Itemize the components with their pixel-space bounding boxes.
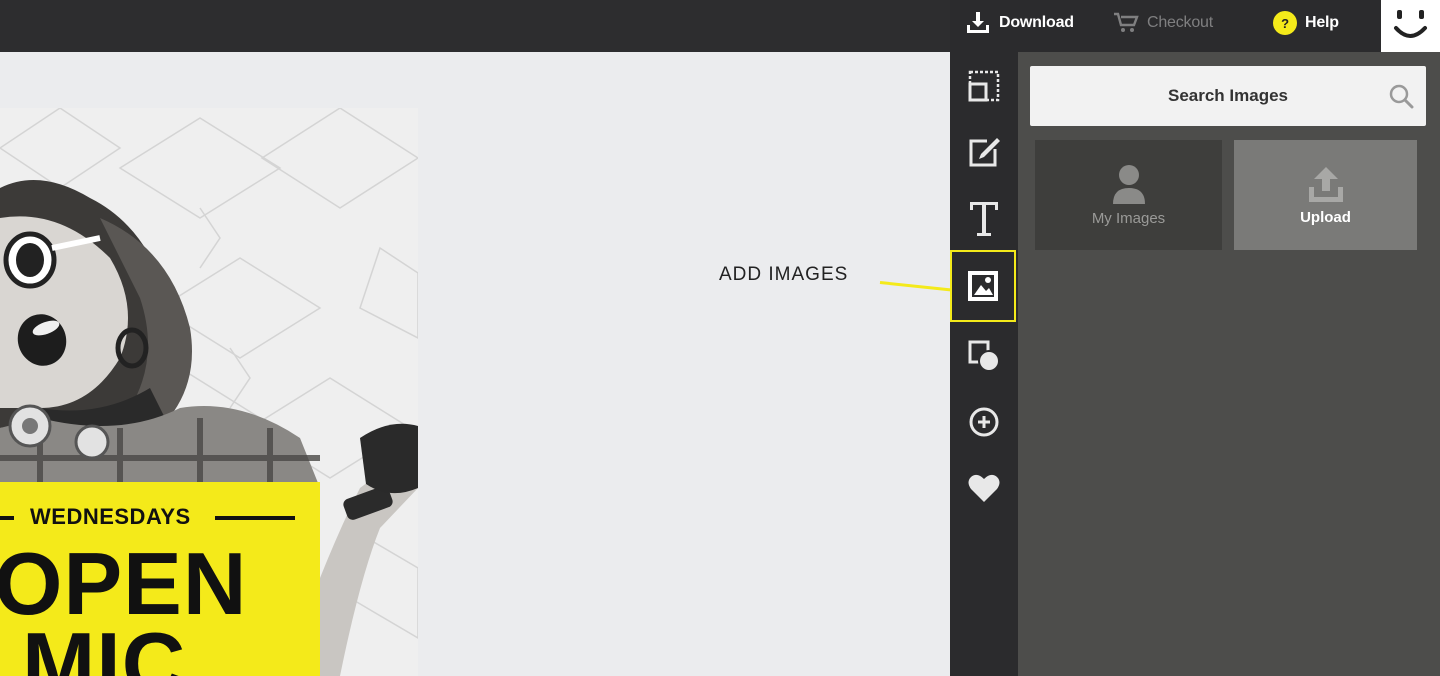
poster-headline-line2: MIC [22,614,187,676]
search-icon[interactable] [1388,83,1414,109]
tool-rail [950,52,1018,676]
upload-tile[interactable]: Upload [1234,140,1417,250]
upload-icon [1308,166,1343,202]
cart-icon [1114,12,1139,32]
images-panel: Search Images My Images Upload [1018,52,1440,676]
smiley-icon [1394,10,1427,38]
rail-text-button[interactable] [950,184,1018,252]
title-rule-right [215,516,295,520]
rail-resize-button[interactable] [950,52,1018,120]
download-button[interactable]: Download [965,0,1074,46]
title-rule-left [0,516,14,520]
rail-add-button[interactable] [950,388,1018,456]
upload-label: Upload [1300,208,1351,226]
user-icon [1112,164,1145,204]
help-button[interactable]: ? Help [1273,0,1339,46]
edit-icon [969,138,1000,167]
help-label: Help [1305,14,1339,31]
rail-images-button[interactable] [950,250,1016,322]
search-images-input[interactable]: Search Images [1030,66,1426,126]
search-images-label: Search Images [1167,86,1288,105]
image-icon [968,271,998,301]
callout-label: ADD IMAGES [719,264,849,285]
rail-shapes-button[interactable] [950,322,1018,390]
download-icon [967,12,989,33]
checkout-button[interactable]: Checkout [1113,0,1213,46]
my-images-tile[interactable]: My Images [1035,140,1222,250]
shapes-icon [968,340,1000,372]
poster-day-text: WEDNESDAYS [30,504,191,529]
heart-icon [968,474,1000,502]
text-icon [970,202,998,236]
poster-canvas[interactable]: WEDNESDAYS OPEN MIC [0,108,418,676]
download-label: Download [999,14,1074,31]
user-avatar[interactable] [1381,0,1440,52]
rail-favorites-button[interactable] [950,454,1018,522]
rail-edit-button[interactable] [950,118,1018,186]
my-images-label: My Images [1091,209,1166,227]
help-icon: ? [1273,11,1297,35]
checkout-label: Checkout [1147,14,1213,31]
resize-icon [968,70,1000,102]
poster-title-block: WEDNESDAYS OPEN MIC [0,482,320,676]
add-circle-icon [969,407,999,437]
